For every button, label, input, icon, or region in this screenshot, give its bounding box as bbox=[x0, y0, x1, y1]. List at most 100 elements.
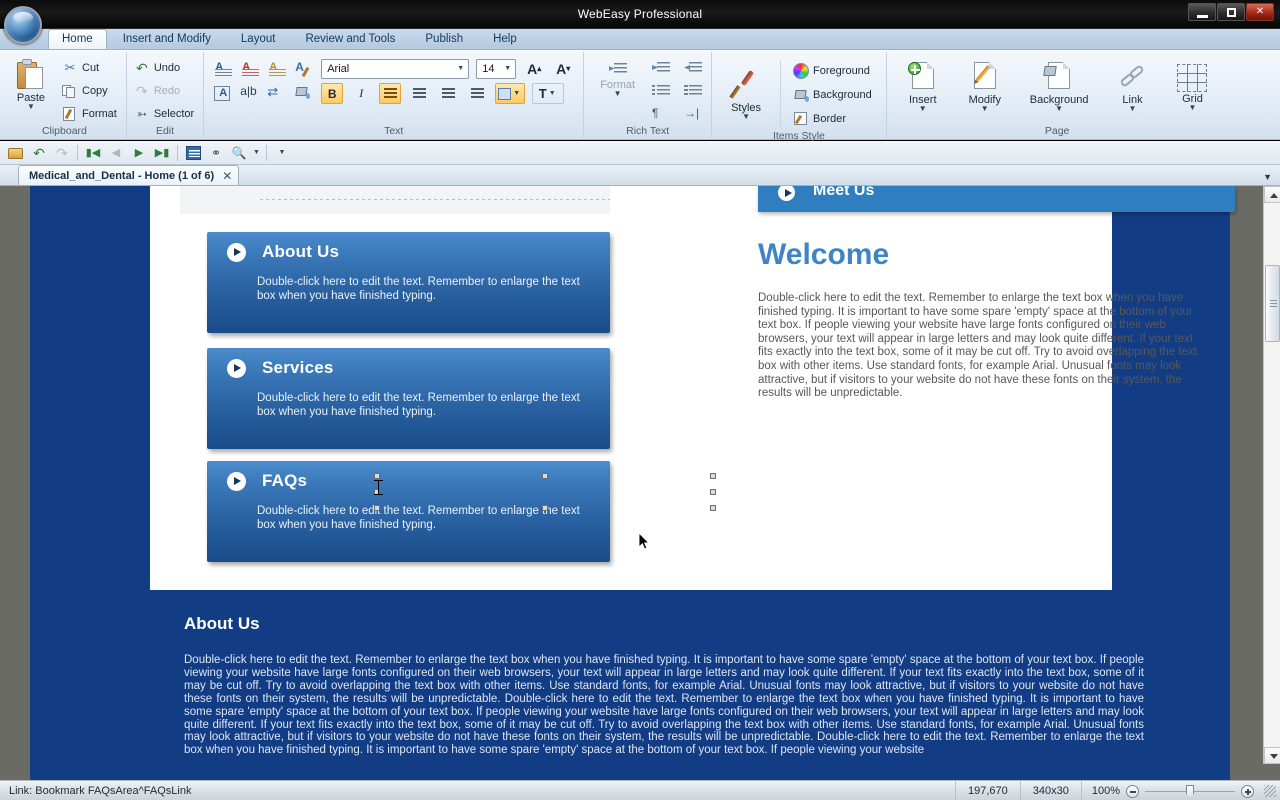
tab-overflow-chevron-down-icon[interactable]: ▼ bbox=[1263, 172, 1272, 182]
italic-button[interactable]: I bbox=[350, 83, 372, 104]
scroll-down-button[interactable] bbox=[1264, 747, 1280, 764]
zoom-slider-track[interactable] bbox=[1145, 791, 1235, 792]
welcome-heading[interactable]: Welcome bbox=[758, 238, 889, 272]
zoom-in-button[interactable] bbox=[1241, 785, 1254, 798]
last-page-button[interactable]: ▶▮ bbox=[151, 143, 173, 163]
grow-font-button[interactable]: A▴ bbox=[523, 58, 545, 79]
selection-handle-bottom-right[interactable] bbox=[710, 505, 716, 511]
minimize-button[interactable] bbox=[1188, 3, 1216, 21]
shrink-font-button[interactable]: A▾ bbox=[552, 58, 574, 79]
modify-button[interactable]: Modify ▼ bbox=[961, 58, 1009, 115]
cut-button[interactable]: ✂ Cut bbox=[60, 57, 121, 78]
selection-handle-bottom-center[interactable] bbox=[542, 505, 548, 511]
align-center-button[interactable] bbox=[408, 83, 430, 104]
welcome-body-text[interactable]: Double-click here to edit the text. Reme… bbox=[758, 292, 1206, 401]
swap-arrows-icon[interactable]: ⇄ bbox=[267, 84, 287, 104]
selection-handle-top-right[interactable] bbox=[710, 473, 716, 479]
align-left-button[interactable] bbox=[379, 83, 401, 104]
tab-home[interactable]: Home bbox=[48, 29, 107, 49]
foreground-button[interactable]: Foreground bbox=[791, 60, 876, 81]
vertical-scrollbar[interactable] bbox=[1263, 186, 1280, 764]
scrollbar-thumb[interactable] bbox=[1265, 265, 1280, 342]
about-us-body-text[interactable]: Double-click here to edit the text. Reme… bbox=[184, 654, 1144, 757]
document-tab[interactable]: Medical_and_Dental - Home (1 of 6) ✕ bbox=[18, 165, 239, 185]
redo-button[interactable]: ↷ Redo bbox=[132, 80, 198, 101]
tab-layout[interactable]: Layout bbox=[227, 29, 290, 49]
page-background-button[interactable]: Background ▼ bbox=[1023, 58, 1096, 115]
border-button[interactable]: Border bbox=[791, 108, 876, 129]
background-button[interactable]: Background bbox=[791, 84, 876, 105]
zoom-out-button[interactable] bbox=[1126, 785, 1139, 798]
about-us-section[interactable]: About Us Double-click here to edit the t… bbox=[184, 614, 1144, 757]
application-orb-icon[interactable] bbox=[4, 6, 42, 44]
undo-button[interactable]: ↶ Undo bbox=[132, 57, 198, 78]
align-justify-button[interactable] bbox=[466, 83, 488, 104]
text-insert-cursor-icon[interactable]: a|b bbox=[240, 84, 260, 104]
selector-button[interactable]: ➳ Selector bbox=[132, 103, 198, 124]
resize-grip-icon[interactable] bbox=[1264, 785, 1276, 797]
about-us-heading[interactable]: About Us bbox=[184, 614, 1144, 634]
zoom-control[interactable]: 100% bbox=[1081, 781, 1260, 800]
text-style-subheading-icon[interactable]: A bbox=[267, 59, 287, 79]
box-body-text[interactable]: Double-click here to edit the text. Reme… bbox=[207, 491, 610, 532]
text-style-heading-icon[interactable]: A bbox=[240, 59, 260, 79]
tab-review-and-tools[interactable]: Review and Tools bbox=[291, 29, 409, 49]
open-button[interactable] bbox=[5, 143, 27, 163]
page-list-button[interactable] bbox=[182, 143, 204, 163]
font-size-select[interactable]: 14 ▼ bbox=[476, 59, 516, 79]
first-page-button[interactable]: ▮◀ bbox=[82, 143, 104, 163]
bold-button[interactable]: B bbox=[321, 83, 343, 104]
paste-button[interactable]: Paste ▼ bbox=[8, 56, 54, 113]
selection-handle-bottom-left[interactable] bbox=[374, 505, 380, 511]
text-color-button[interactable]: T ▼ bbox=[532, 83, 564, 104]
scrollbar-track[interactable] bbox=[1264, 203, 1280, 747]
text-style-normal-icon[interactable]: A bbox=[213, 59, 233, 79]
font-family-select[interactable]: Arial ▼ bbox=[321, 59, 469, 79]
page-canvas[interactable]: About Us Double-click here to edit the t… bbox=[30, 186, 1230, 780]
link-button[interactable]: Link ▼ bbox=[1109, 60, 1155, 115]
box-title[interactable]: FAQs bbox=[262, 471, 307, 491]
box-body-text[interactable]: Double-click here to edit the text. Reme… bbox=[207, 262, 610, 303]
content-box-about-us[interactable]: About Us Double-click here to edit the t… bbox=[207, 232, 610, 333]
preview-button[interactable]: ⚭ bbox=[205, 143, 227, 163]
text-box-icon[interactable]: A bbox=[213, 84, 233, 104]
tab-insert-and-modify[interactable]: Insert and Modify bbox=[109, 29, 225, 49]
box-body-text[interactable]: Double-click here to edit the text. Reme… bbox=[207, 378, 610, 419]
chevron-down-icon[interactable]: ▼ bbox=[251, 149, 262, 156]
content-box-faqs[interactable]: FAQs Double-click here to edit the text.… bbox=[207, 461, 610, 562]
tab-stop-icon[interactable]: →| bbox=[684, 106, 702, 120]
redo-quick-button[interactable]: ↷ bbox=[51, 143, 73, 163]
previous-page-button[interactable]: ◀ bbox=[105, 143, 127, 163]
align-right-button[interactable] bbox=[437, 83, 459, 104]
decrease-indent-icon[interactable] bbox=[684, 60, 702, 77]
text-style-painter-icon[interactable]: A bbox=[294, 59, 314, 79]
design-workspace[interactable]: About Us Double-click here to edit the t… bbox=[0, 186, 1280, 780]
undo-quick-button[interactable]: ↶ bbox=[28, 143, 50, 163]
close-icon[interactable]: ✕ bbox=[222, 171, 232, 181]
numbered-list-icon[interactable] bbox=[684, 83, 702, 100]
content-box-meet-us[interactable]: Meet Us bbox=[758, 186, 1235, 212]
zoom-slider-thumb[interactable] bbox=[1186, 785, 1194, 798]
content-box-services[interactable]: Services Double-click here to edit the t… bbox=[207, 348, 610, 449]
zoom-tool-button[interactable]: 🔍 bbox=[228, 143, 250, 163]
tab-publish[interactable]: Publish bbox=[411, 29, 477, 49]
scroll-up-button[interactable] bbox=[1264, 186, 1280, 203]
restore-button[interactable] bbox=[1217, 3, 1245, 21]
selection-handle-top-left[interactable] bbox=[374, 473, 380, 479]
close-button[interactable]: ✕ bbox=[1246, 3, 1274, 21]
text-background-color-button[interactable]: ▼ bbox=[495, 83, 525, 104]
styles-button[interactable]: Styles ▼ bbox=[722, 64, 770, 123]
paragraph-mark-icon[interactable]: ¶ bbox=[652, 106, 670, 120]
selection-handle-middle-right[interactable] bbox=[710, 489, 716, 495]
format-painter-button[interactable]: Format bbox=[60, 103, 121, 124]
insert-button[interactable]: Insert ▼ bbox=[899, 58, 947, 115]
fill-bucket-icon[interactable] bbox=[294, 84, 314, 104]
rich-text-format-button[interactable]: Format ▼ bbox=[593, 58, 642, 100]
copy-button[interactable]: Copy bbox=[60, 80, 121, 101]
next-page-button[interactable]: ▶ bbox=[128, 143, 150, 163]
bullet-list-icon[interactable] bbox=[652, 83, 670, 100]
customize-toolbar-button[interactable]: ▼ bbox=[271, 143, 293, 163]
increase-indent-icon[interactable] bbox=[652, 60, 670, 77]
tab-help[interactable]: Help bbox=[479, 29, 531, 49]
selection-handle-top-center[interactable] bbox=[542, 473, 548, 479]
